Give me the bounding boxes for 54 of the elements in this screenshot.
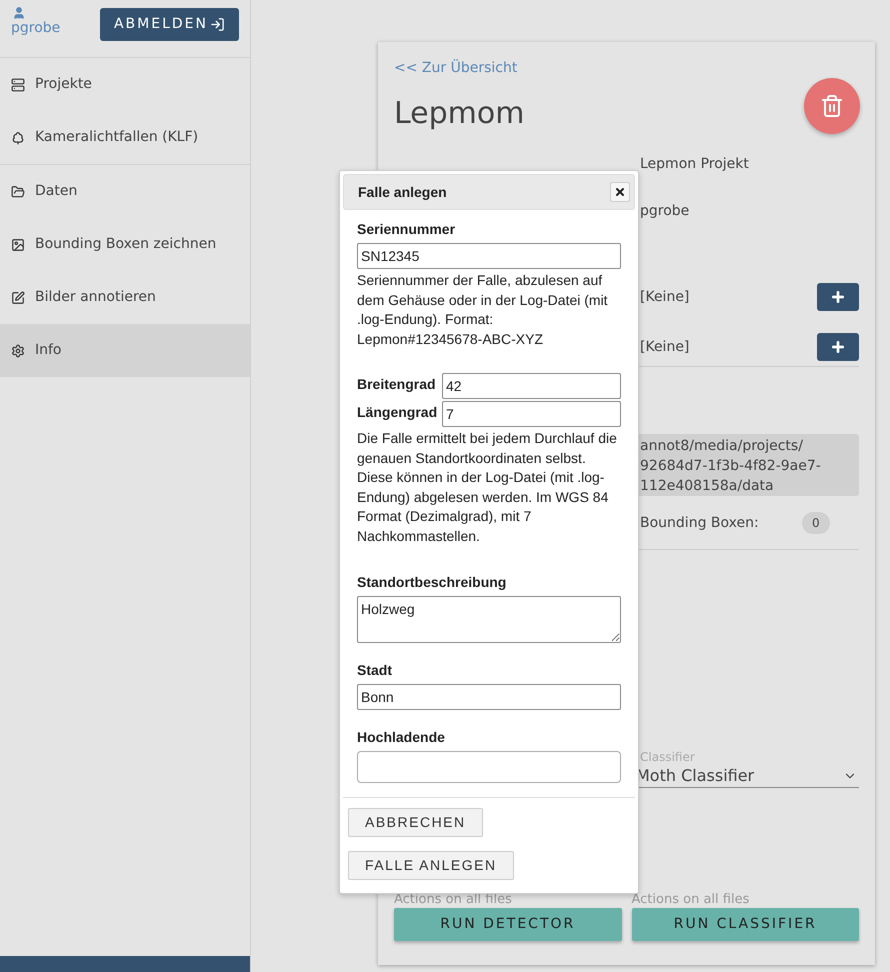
close-icon: [614, 186, 626, 198]
count-badge: 0: [802, 512, 830, 534]
city-field[interactable]: Bonn: [357, 684, 621, 710]
image-icon: [11, 238, 25, 252]
plus-icon: [830, 289, 846, 305]
add-button[interactable]: [817, 283, 859, 311]
project-title: Lepmom: [394, 94, 524, 132]
add-button[interactable]: [817, 333, 859, 361]
field-label: Standortbeschreibung: [357, 573, 508, 590]
dialog-button[interactable]: ABBRECHEN: [348, 808, 483, 837]
sidebar-item[interactable]: Kameralichtfallen (KLF): [0, 111, 250, 164]
assignment-value: [Keine]: [640, 338, 690, 356]
edit-icon: [11, 290, 25, 304]
owner-value: pgrobe: [640, 202, 690, 221]
sidebar-item[interactable]: Projekte: [0, 58, 250, 111]
gear-icon: [11, 344, 25, 358]
actions-hint: Actions on all files: [632, 891, 750, 906]
field-label: Seriennummer: [357, 220, 456, 237]
sidebar-item[interactable]: Info: [0, 324, 250, 377]
coordinates-help: Die Falle ermittelt bei jedem Durchlauf die genauen Standortkoordinaten selbst. Diese können in der Log-Datei (mit .log-Endung) abgelesen werden. Im WGS 84 Format (Dezimalgrad), mit 7 Nachkommastellen.: [357, 429, 618, 546]
serial-field[interactable]: SN12345: [357, 243, 621, 269]
sidebar-item[interactable]: Daten: [0, 165, 250, 218]
sidebar-item[interactable]: Bilder annotieren: [0, 271, 250, 324]
plus-icon: [830, 339, 846, 355]
server-icon: [11, 78, 25, 92]
field-label: Stadt: [357, 661, 393, 678]
logout-button[interactable]: ABMELDEN: [100, 8, 239, 41]
coordinate-field[interactable]: 42: [442, 373, 621, 399]
path-line: 92684d7-1f3b-4f82-9ae7-: [640, 457, 822, 476]
tree-icon: [11, 130, 25, 144]
path-line: annot8/media/projects/: [640, 437, 804, 456]
folder-icon: [11, 184, 25, 198]
path-line: 112e408158a/data: [640, 477, 775, 496]
classifier-label: Classifier: [640, 749, 696, 764]
location-field[interactable]: Holzweg: [357, 596, 621, 643]
login-icon: [210, 17, 225, 32]
field-label: Hochladende: [357, 728, 446, 745]
dialog-title: Falle anlegen: [358, 182, 447, 202]
run-button[interactable]: RUN CLASSIFIER: [632, 908, 859, 941]
assignment-value: [Keine]: [640, 288, 690, 306]
bbox-label: Bounding Boxen:: [640, 514, 760, 532]
delete-button[interactable]: [804, 78, 860, 134]
trash-icon: [820, 94, 844, 118]
sidebar-item[interactable]: Bounding Boxen zeichnen: [0, 218, 250, 271]
dialog-button[interactable]: FALLE ANLEGEN: [348, 851, 514, 880]
user-icon: [12, 6, 26, 20]
uploader-field[interactable]: [357, 751, 621, 783]
serial-help: Seriennummer der Falle, abzulesen auf dem Gehäuse oder in der Log-Datei (mit .log-Endung). Format: Lepmon#12345678-ABC-XYZ: [357, 271, 609, 349]
run-button[interactable]: RUN DETECTOR: [394, 908, 622, 941]
description-value: Lepmon Projekt: [640, 155, 750, 174]
field-label: Breitengrad: [357, 375, 437, 394]
close-button[interactable]: [610, 182, 630, 202]
coordinate-field[interactable]: 7: [442, 401, 621, 427]
field-label: Längengrad: [357, 403, 438, 422]
